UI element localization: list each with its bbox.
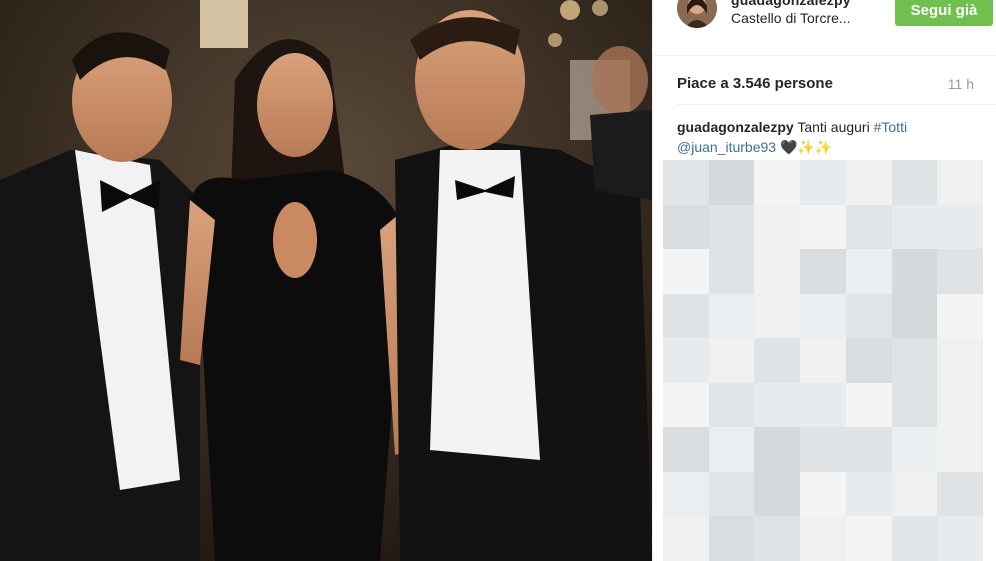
pixel-block — [845, 293, 892, 339]
pixel-block — [708, 516, 755, 561]
pixel-block — [937, 249, 983, 294]
pixel-block — [891, 382, 938, 428]
pixel-block — [937, 293, 983, 339]
pixel-block — [937, 204, 983, 250]
pixel-block — [754, 471, 801, 517]
caption-hashtag[interactable]: #Totti — [874, 119, 907, 135]
pixel-block — [845, 427, 892, 472]
pixel-block — [754, 249, 801, 294]
caption-username[interactable]: guadagonzalezpy — [677, 119, 794, 135]
pixel-block — [891, 427, 938, 472]
pixel-block — [800, 249, 846, 294]
pixel-block — [663, 382, 709, 428]
pixel-block — [891, 249, 938, 294]
pixel-block — [800, 338, 846, 383]
pixel-block — [663, 249, 709, 294]
pixel-block — [845, 160, 892, 205]
pixel-block — [937, 471, 983, 517]
photo-illustration — [0, 0, 652, 561]
pixel-block — [663, 427, 709, 472]
pixel-block — [800, 204, 846, 250]
pixel-block — [754, 516, 801, 561]
pixel-block — [708, 338, 755, 383]
pixel-block — [800, 160, 846, 205]
pixel-block — [663, 471, 709, 517]
avatar[interactable] — [677, 0, 717, 28]
follow-button[interactable]: Segui già — [895, 0, 993, 26]
pixel-block — [891, 204, 938, 250]
pixel-block — [708, 293, 755, 339]
pixel-block — [891, 338, 938, 383]
pixel-block — [891, 293, 938, 339]
pixel-block — [845, 471, 892, 517]
post-time[interactable]: 11 h — [948, 76, 974, 92]
pixel-block — [663, 516, 709, 561]
pixel-block — [891, 471, 938, 517]
post-header: guadagonzalezpy Castello di Torcre... Se… — [653, 0, 996, 56]
likes-count[interactable]: Piace a 3.546 persone — [677, 75, 833, 92]
pixel-block — [845, 338, 892, 383]
pixel-block — [800, 293, 846, 339]
pixel-block — [708, 249, 755, 294]
pixel-block — [663, 204, 709, 250]
pixel-block — [754, 204, 801, 250]
pixel-block — [845, 382, 892, 428]
pixel-block — [708, 427, 755, 472]
pixel-block — [937, 160, 983, 205]
pixel-block — [708, 382, 755, 428]
caption-mention[interactable]: @juan_iturbe93 — [677, 139, 776, 155]
post-caption: guadagonzalezpy Tanti auguri #Totti @jua… — [677, 117, 977, 157]
pixel-block — [800, 382, 846, 428]
pixel-block — [663, 160, 709, 205]
pixel-block — [754, 338, 801, 383]
pixel-block — [845, 516, 892, 561]
pixel-block — [754, 382, 801, 428]
pixelated-comments — [663, 160, 983, 561]
pixel-block — [937, 338, 983, 383]
avatar-image — [677, 0, 717, 28]
pixel-block — [891, 516, 938, 561]
pixel-block — [937, 516, 983, 561]
pixel-block — [708, 471, 755, 517]
pixel-block — [845, 249, 892, 294]
pixel-block — [937, 427, 983, 472]
pixel-block — [663, 293, 709, 339]
pixel-block — [800, 516, 846, 561]
pixel-block — [708, 160, 755, 205]
pixel-block — [708, 204, 755, 250]
post-sidebar: guadagonzalezpy Castello di Torcre... Se… — [652, 0, 996, 561]
username-link[interactable]: guadagonzalezpy — [731, 0, 851, 8]
location-link[interactable]: Castello di Torcre... — [731, 10, 851, 26]
divider — [677, 104, 996, 105]
pixel-block — [663, 338, 709, 383]
pixel-block — [891, 160, 938, 205]
instagram-post: guadagonzalezpy Castello di Torcre... Se… — [0, 0, 996, 561]
post-photo[interactable] — [0, 0, 652, 561]
caption-text: Tanti auguri — [797, 119, 870, 135]
pixel-block — [800, 427, 846, 472]
pixel-block — [845, 204, 892, 250]
pixel-block — [800, 471, 846, 517]
pixel-block — [937, 382, 983, 428]
pixel-block — [754, 427, 801, 472]
caption-emoji: 🖤✨✨ — [779, 139, 833, 155]
pixel-block — [754, 160, 801, 205]
pixel-block — [754, 293, 801, 339]
